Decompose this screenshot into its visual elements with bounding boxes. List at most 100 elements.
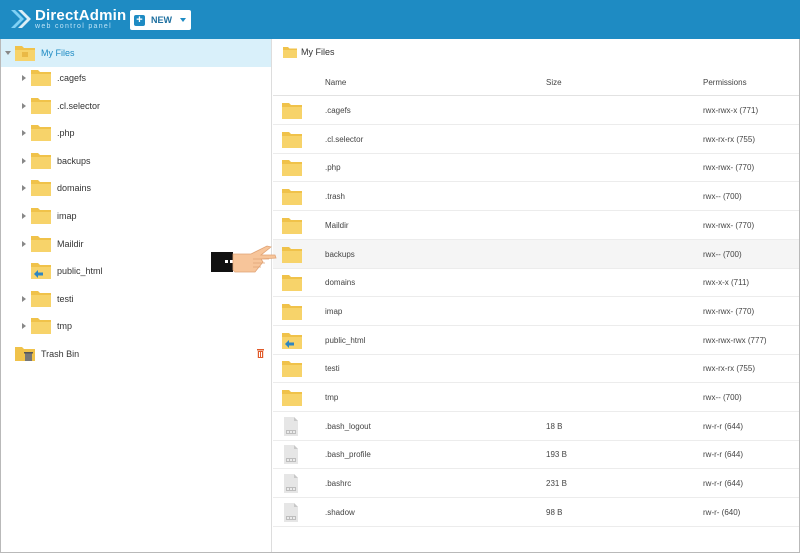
file-row[interactable]: .cagefs rwx-rwx-x (771): [273, 96, 799, 125]
column-header-permissions[interactable]: Permissions: [703, 78, 747, 87]
tree-item[interactable]: testi: [1, 285, 271, 313]
file-permissions: rw-r-r (644): [703, 479, 743, 489]
tree-item[interactable]: imap: [1, 202, 271, 230]
tree-item[interactable]: backups: [1, 147, 271, 175]
pointing-hand-icon: [211, 245, 277, 273]
trash-folder-icon: [15, 347, 35, 361]
file-row[interactable]: .bashrc 231 B rw-r-r (644): [273, 469, 799, 499]
file-name: imap: [325, 306, 343, 316]
folder-icon: [282, 361, 302, 378]
file-permissions: rwx-x-x (711): [703, 278, 750, 288]
tree-item-my-files[interactable]: My Files: [1, 39, 271, 67]
column-header-size[interactable]: Size: [546, 78, 562, 87]
file-size: 18 B: [546, 421, 563, 431]
folder-open-icon: [15, 46, 35, 61]
new-button-label: NEW: [151, 15, 172, 25]
file-permissions: rwx-rwx- (770): [703, 220, 755, 230]
folder-icon: [282, 217, 302, 234]
file-row[interactable]: Maildir rwx-rwx- (770): [273, 211, 799, 240]
tree-item-trash-bin[interactable]: Trash Bin: [1, 340, 271, 368]
folder-icon: [282, 246, 302, 263]
app-name: DirectAdmin: [35, 6, 127, 24]
file-icon: [284, 445, 298, 465]
chevron-right-icon[interactable]: [22, 323, 26, 330]
folder-icon: [283, 47, 297, 58]
file-name: public_html: [325, 335, 366, 345]
file-row[interactable]: .shadow 98 B rw-r- (640): [273, 498, 799, 527]
file-name: domains: [325, 278, 356, 288]
tree-item-label: public_html: [57, 266, 103, 277]
folder-icon: [282, 131, 302, 148]
file-row[interactable]: .php rwx-rwx- (770): [273, 153, 799, 183]
file-row[interactable]: tmp rwx-- (700): [273, 383, 799, 412]
file-row[interactable]: .bash_logout 18 B rw-r-r (644): [273, 412, 799, 441]
folder-icon: [31, 180, 51, 197]
folder-icon: [31, 125, 51, 142]
file-list-panel: My Files Name Size Permissions .cagefs rw…: [273, 39, 799, 552]
folder-icon: [31, 318, 51, 335]
file-name: .bash_profile: [325, 450, 371, 460]
tree-item[interactable]: .php: [1, 119, 271, 147]
tree-item[interactable]: .cagefs: [1, 64, 271, 92]
tree-item[interactable]: tmp: [1, 312, 271, 340]
chevron-right-icon[interactable]: [22, 102, 26, 109]
file-icon: [284, 502, 298, 522]
file-permissions: rw-r- (640): [703, 507, 741, 517]
chevron-right-icon[interactable]: [22, 240, 26, 247]
file-row[interactable]: .trash rwx-- (700): [273, 182, 799, 212]
folder-icon: [282, 189, 302, 206]
top-bar: DirectAdmin web control panel + NEW: [0, 0, 800, 39]
folder-icon: [282, 275, 302, 292]
folder-icon: [31, 70, 51, 86]
chevron-right-icon[interactable]: [22, 295, 26, 302]
folder-icon: [31, 208, 51, 224]
file-row[interactable]: .cl.selector rwx-rx-rx (755): [273, 125, 799, 154]
folder-shared-icon: [282, 332, 302, 349]
tree-item-label: My Files: [41, 48, 75, 58]
chevron-down-icon[interactable]: [5, 51, 11, 55]
file-name: .bash_logout: [325, 421, 371, 431]
folder-icon: [282, 103, 302, 119]
file-icon: [284, 416, 298, 436]
file-name: .trash: [325, 192, 346, 202]
file-row[interactable]: imap rwx-rwx- (770): [273, 297, 799, 326]
folder-icon: [31, 235, 51, 252]
file-permissions: rwx-rx-rx (755): [703, 364, 755, 374]
file-name: .cagefs: [325, 106, 351, 115]
file-size: 231 B: [546, 479, 567, 489]
chevron-right-icon[interactable]: [22, 130, 26, 137]
file-name: testi: [325, 364, 340, 374]
breadcrumb-item-my-files[interactable]: My Files: [301, 47, 335, 57]
chevron-right-icon[interactable]: [22, 75, 26, 81]
file-name: Maildir: [325, 220, 349, 230]
file-row[interactable]: domains rwx-x-x (711): [273, 268, 799, 298]
file-permissions: rw-r-r (644): [703, 421, 743, 431]
tree-item-label: backups: [57, 155, 91, 166]
file-name: tmp: [325, 393, 339, 402]
tree-item-label: Trash Bin: [41, 349, 80, 359]
tree-item-label: .cagefs: [57, 73, 87, 83]
tree-item-label: imap: [57, 211, 77, 221]
logo[interactable]: DirectAdmin web control panel: [9, 5, 126, 33]
chevron-right-icon[interactable]: [22, 157, 26, 164]
file-row[interactable]: backups rwx-- (700): [273, 239, 799, 269]
file-permissions: rwx-- (700): [703, 249, 742, 259]
tree-item-label: testi: [57, 293, 74, 304]
file-name: backups: [325, 249, 355, 259]
tree-item[interactable]: domains: [1, 174, 271, 202]
tree-item[interactable]: .cl.selector: [1, 92, 271, 120]
file-row[interactable]: public_html rwx-rwx-rwx (777): [273, 326, 799, 355]
file-icon: [284, 474, 298, 494]
file-permissions: rwx-rwx- (770): [703, 306, 755, 316]
empty-trash-icon[interactable]: [257, 349, 264, 358]
folder-shared-icon: [31, 263, 51, 280]
chevron-down-icon: [180, 18, 186, 22]
column-header-name[interactable]: Name: [325, 78, 346, 87]
chevron-right-icon[interactable]: [22, 213, 26, 219]
file-name: .cl.selector: [325, 134, 364, 144]
file-row[interactable]: testi rwx-rx-rx (755): [273, 354, 799, 384]
chevron-right-icon[interactable]: [22, 185, 26, 192]
tree-item-label: domains: [57, 183, 92, 194]
file-row[interactable]: .bash_profile 193 B rw-r-r (644): [273, 440, 799, 470]
new-button[interactable]: + NEW: [130, 10, 191, 30]
